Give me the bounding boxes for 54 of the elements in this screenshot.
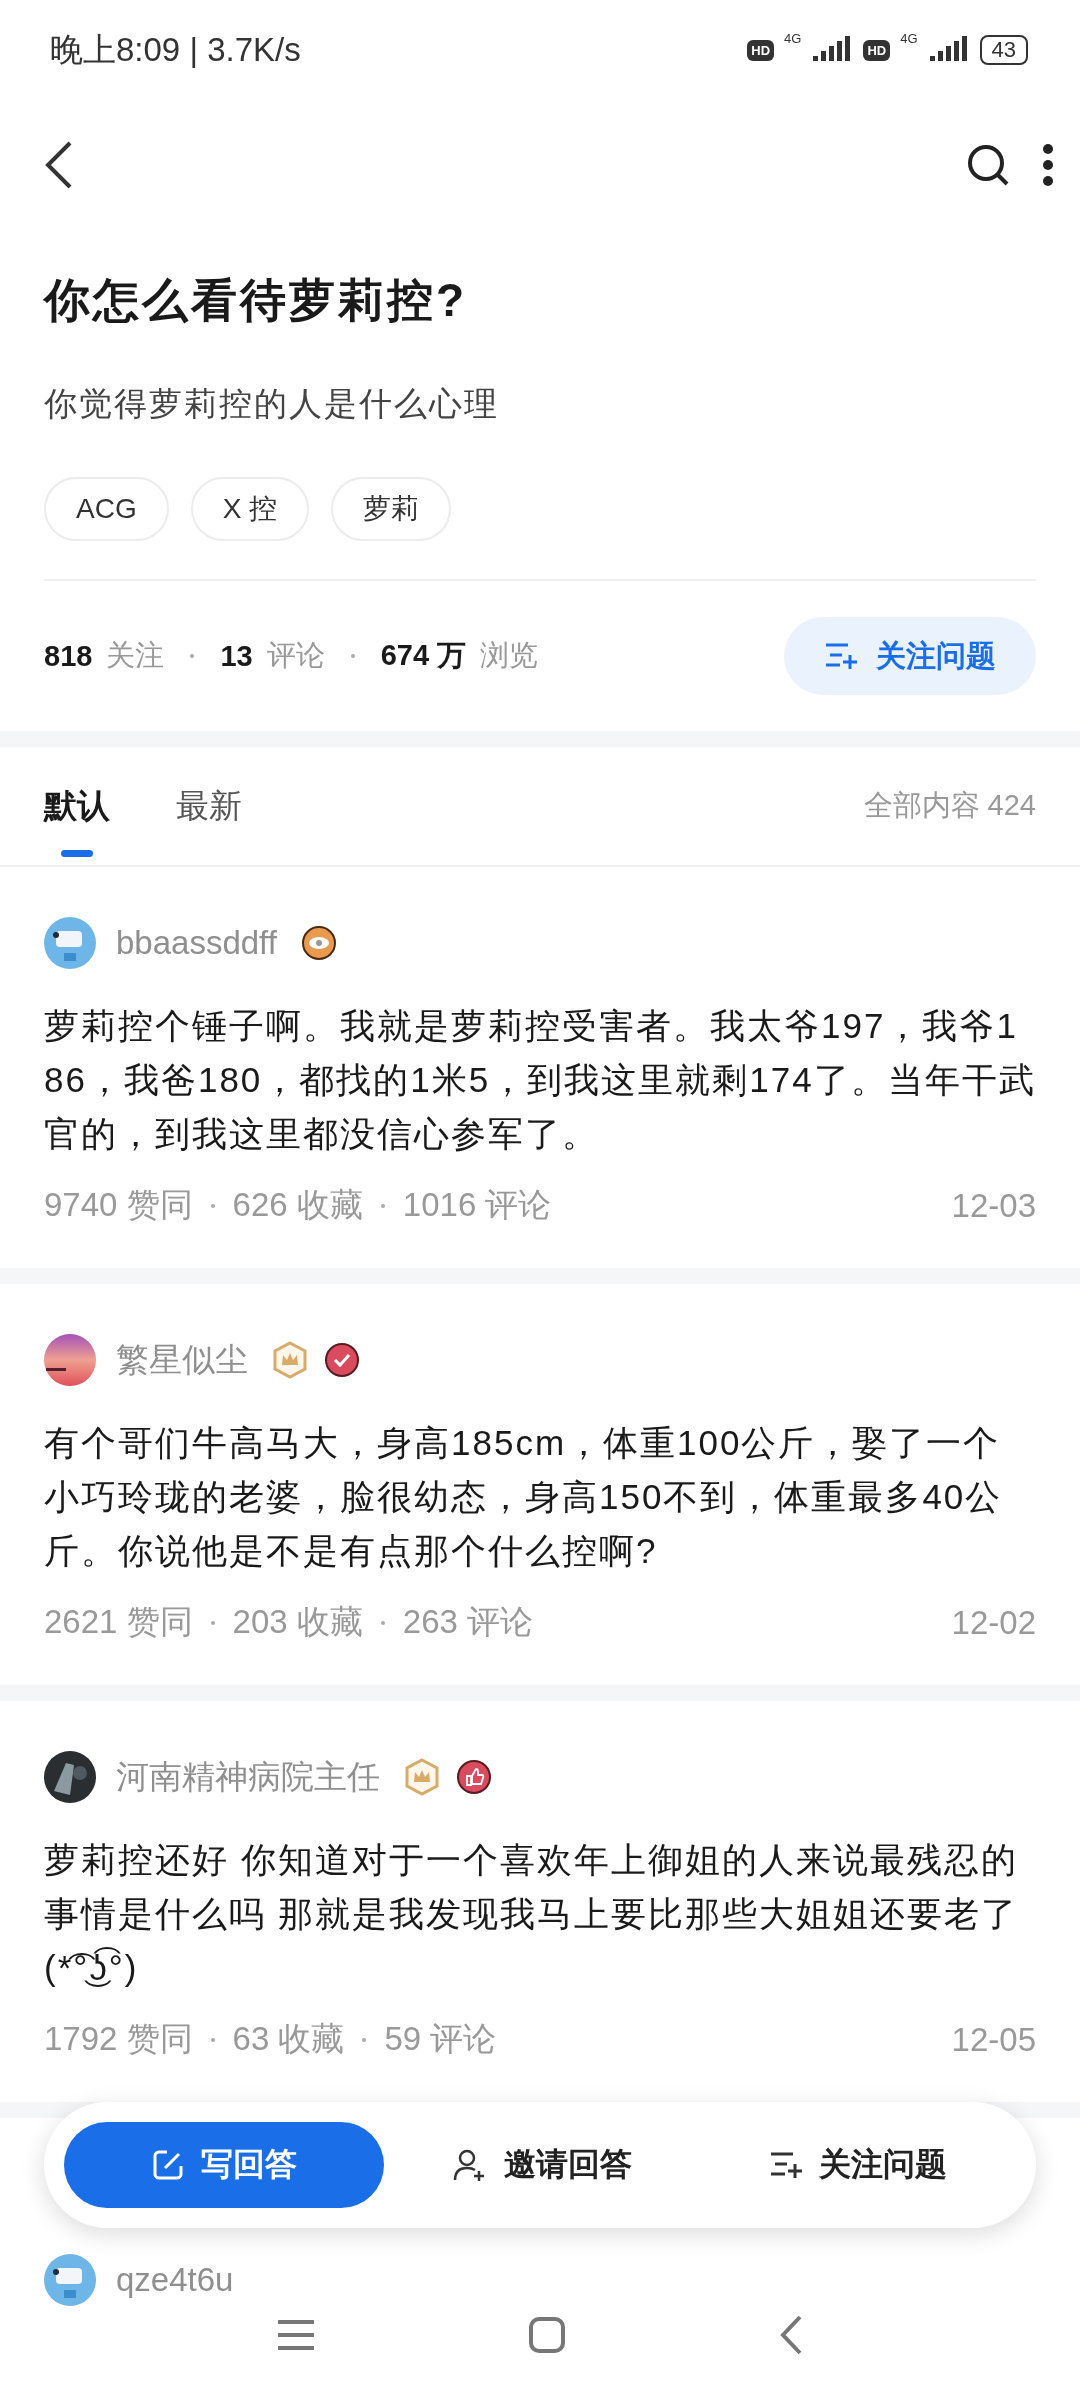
total-count: 全部内容 424 (863, 788, 1036, 823)
answer-date: 12-05 (951, 2020, 1036, 2059)
crown-badge-icon (272, 1341, 308, 1379)
eye-badge-icon (300, 925, 337, 961)
answer-stat: 203 收藏 (232, 1602, 363, 1642)
search-icon[interactable] (966, 143, 1010, 187)
answer-text[interactable]: 有个哥们牛高马大，身高185cm，体重100公斤，娶了一个小巧玲珑的老婆，脸很幼态，身高150不到，体重最多40公斤。你说他是不是有点那个什么控啊? (44, 1416, 1036, 1578)
answer-date: 12-03 (951, 1186, 1036, 1225)
answer-stat: 1016 评论 (402, 1185, 552, 1225)
follow-question-button[interactable]: 关注问题 (784, 617, 1036, 695)
stat-label: 浏览 (480, 638, 539, 673)
avatar[interactable] (44, 1334, 96, 1386)
network-label: 4G (900, 31, 918, 46)
back-icon[interactable] (44, 140, 74, 190)
menu-icon[interactable] (276, 2318, 316, 2352)
more-icon[interactable] (1042, 143, 1054, 187)
answer-stat: 1792 赞同 (44, 2019, 193, 2059)
sort-tab[interactable]: 最新 (176, 751, 242, 861)
edit-icon (151, 2148, 185, 2182)
question-description: 你觉得萝莉控的人是什么心理 (44, 384, 500, 424)
check-badge-icon (324, 1342, 360, 1378)
topic-tag[interactable]: ACG (44, 477, 169, 541)
follow-list-icon (769, 2150, 803, 2180)
invite-button[interactable]: 邀请回答 (384, 2122, 700, 2208)
answer-stat: 2621 赞同 (44, 1602, 193, 1642)
stat-label: 评论 (266, 638, 325, 673)
topic-tag[interactable]: 萝莉 (331, 477, 452, 541)
thumbs-up-badge-icon (456, 1759, 492, 1795)
avatar[interactable] (44, 1751, 96, 1803)
stat-count: 674 万 (380, 638, 467, 673)
crown-badge-icon (404, 1758, 440, 1796)
follow-button[interactable]: 关注问题 (700, 2122, 1016, 2208)
topic-tag[interactable]: X 控 (190, 477, 310, 541)
write-button[interactable]: 写回答 (64, 2122, 384, 2208)
battery-icon: 43 (979, 35, 1028, 65)
hd-badge: HD (863, 39, 891, 61)
home-icon[interactable] (528, 2316, 566, 2354)
answer-stat: 63 收藏 (232, 2019, 345, 2059)
stat-label: 关注 (106, 638, 165, 673)
question-title: 你怎么看待萝莉控? (44, 273, 469, 328)
answer-stat: 9740 赞同 (44, 1185, 193, 1225)
answer-stat: 626 收藏 (232, 1185, 363, 1225)
follow-list-icon (824, 641, 858, 671)
network-label: 4G (784, 31, 802, 46)
hd-badge: HD (747, 39, 775, 61)
stat-count: 818 (44, 639, 93, 673)
status-time: 晚上8:09 | 3.7K/s (50, 29, 301, 70)
answer-text[interactable]: 萝莉控还好 你知道对于一个喜欢年上御姐的人来说最残忍的事情是什么吗 那就是我发现我马上要比那些大姐姐还要老了 (*͡°͜ʖ͡°) (44, 1833, 1036, 1995)
answer-stat: 263 评论 (402, 1602, 534, 1642)
answer-stat: 59 评论 (384, 2019, 497, 2059)
sort-tab[interactable]: 默认 (44, 751, 110, 861)
answer-date: 12-02 (951, 1603, 1036, 1642)
stat-count: 13 (220, 639, 253, 673)
answer-text[interactable]: 萝莉控个锤子啊。我就是萝莉控受害者。我太爷197，我爷186，我爸180，都找的1米5，到我这里就剩174了。当年干武官的，到我这里都没信心参军了。 (44, 999, 1036, 1161)
